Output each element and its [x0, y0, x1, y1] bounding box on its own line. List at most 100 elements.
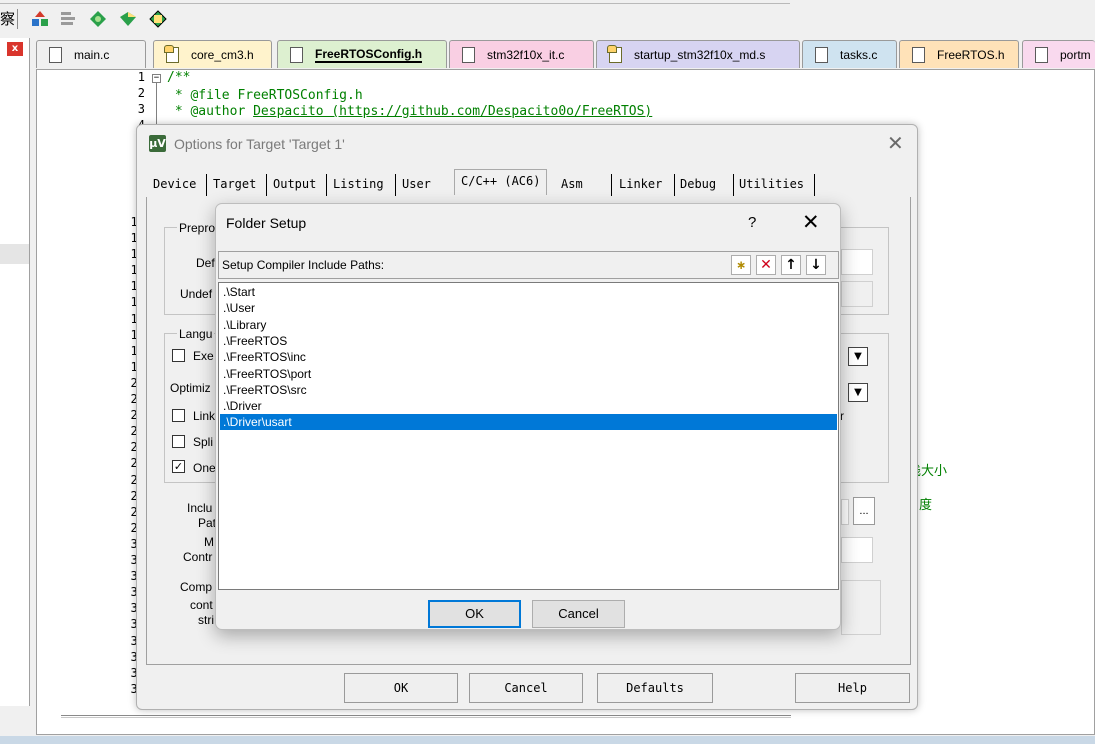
tab-linker[interactable]: Linker [619, 175, 662, 193]
code-author-link[interactable]: Despacito (https://github.com/Despacito0… [253, 104, 652, 119]
code-author-prefix: * @author [167, 104, 254, 119]
new-folder-icon[interactable]: ∗ [731, 255, 751, 275]
tab-listing[interactable]: Listing [333, 175, 384, 193]
line-number: 23 [77, 425, 145, 437]
misc-controls-input[interactable] [841, 537, 873, 563]
editor-tabs: main.c core_cm3.h FreeRTOSConfig.h stm32… [36, 40, 1095, 69]
tab-user[interactable]: User [402, 175, 431, 193]
defaults-button[interactable]: Defaults [597, 673, 713, 703]
ok-button[interactable]: OK [344, 673, 458, 703]
language-dropdown-chevron-icon[interactable]: ▼ [848, 347, 868, 366]
label-preprocessor: Prepro [177, 221, 218, 235]
tab-core-cm3-h[interactable]: core_cm3.h [153, 40, 272, 68]
include-path-item[interactable]: .\FreeRTOS [220, 333, 837, 349]
optimization-dropdown-chevron-icon[interactable]: ▼ [848, 383, 868, 402]
tab-main-c[interactable]: main.c [36, 40, 146, 68]
batch-build-icon[interactable] [58, 9, 78, 29]
include-paths-list[interactable]: .\Start .\User .\Library .\FreeRTOS .\FreeRT… [218, 282, 839, 590]
tab-debug[interactable]: Debug [680, 175, 716, 193]
line-number: 20 [77, 377, 145, 389]
tab-portm[interactable]: portm [1022, 40, 1095, 68]
line-number: 14 [77, 280, 145, 292]
tab-output[interactable]: Output [273, 175, 316, 193]
include-path-item[interactable]: .\User [220, 300, 837, 316]
include-paths-browse-button[interactable]: ... [853, 497, 875, 525]
tab-separator [206, 174, 207, 196]
label-execute-only: Exe [193, 349, 214, 363]
tab-label: startup_stm32f10x_md.s [634, 47, 766, 62]
tab-asm[interactable]: Asm [561, 175, 583, 193]
label-compiler: Comp [180, 580, 213, 594]
tab-freertos-h[interactable]: FreeRTOS.h [899, 40, 1019, 68]
options-target-icon[interactable] [118, 9, 138, 29]
fold-toggle-icon[interactable]: − [152, 74, 161, 83]
include-path-item[interactable]: .\Start [220, 284, 837, 300]
label-undefine: Undef [180, 287, 213, 301]
tab-target[interactable]: Target [213, 175, 256, 193]
help-button[interactable]: Help [795, 673, 910, 703]
define-input[interactable] [841, 249, 873, 275]
include-path-item[interactable]: .\FreeRTOS\port [220, 366, 837, 382]
label-controls: Contr [183, 550, 213, 564]
tab-label: FreeRTOS.h [937, 47, 1005, 62]
file-icon [290, 46, 303, 63]
checkbox-split-sections[interactable] [172, 435, 185, 448]
label-string: stri [198, 613, 214, 627]
line-number: 32 [77, 570, 145, 582]
help-icon[interactable]: ? [748, 214, 756, 231]
line-number: 22 [77, 409, 145, 421]
line-number: 3 [137, 102, 145, 117]
close-pane-icon[interactable]: x [7, 42, 23, 56]
line-number: 18 [77, 345, 145, 357]
translate-icon[interactable] [88, 9, 108, 29]
checkbox-link-time-opt[interactable] [172, 409, 185, 422]
tab-cpp-ac6[interactable]: C/C++ (AC6) [454, 169, 548, 195]
ide-window: 察 x main.c core_cm3.h FreeRTOSConfig.h s… [0, 0, 1095, 744]
tab-separator [266, 174, 267, 196]
label-control: cont [190, 598, 213, 612]
include-path-item[interactable]: .\Driver [220, 398, 837, 414]
include-path-item[interactable]: .\Driver\usart [220, 414, 837, 431]
build-target-icon[interactable] [30, 9, 50, 29]
toolbar-separator [17, 9, 18, 29]
close-icon[interactable]: ✕ [887, 131, 904, 155]
code-line-2: * @file FreeRTOSConfig.h [167, 88, 363, 103]
tab-device[interactable]: Device [153, 175, 196, 193]
move-up-icon[interactable]: ↑ [781, 255, 801, 275]
undefine-input[interactable] [841, 281, 873, 307]
tab-freertosconfig-h[interactable]: FreeRTOSConfig.h [277, 40, 447, 68]
line-number: 13 [77, 264, 145, 276]
tab-label: tasks.c [840, 47, 878, 62]
ok-button[interactable]: OK [428, 600, 521, 628]
tab-stm32f10x-it-c[interactable]: stm32f10x_it.c [449, 40, 594, 68]
cancel-button[interactable]: Cancel [469, 673, 583, 703]
tab-label: core_cm3.h [191, 47, 254, 62]
line-number: 26 [77, 474, 145, 486]
label-define: Def [196, 256, 215, 270]
move-down-icon[interactable]: ↓ [806, 255, 826, 275]
file-icon [49, 46, 62, 63]
include-path-item[interactable]: .\FreeRTOS\src [220, 382, 837, 398]
checkbox-execute-only[interactable] [172, 349, 185, 362]
horizontal-scrollbar[interactable] [61, 715, 791, 718]
delete-icon[interactable]: ✕ [756, 255, 776, 275]
manage-components-icon[interactable] [148, 9, 168, 29]
tab-startup-s[interactable]: startup_stm32f10x_md.s [596, 40, 800, 68]
cancel-button[interactable]: Cancel [532, 600, 625, 628]
tab-separator [326, 174, 327, 196]
checkbox-one-elf-section[interactable]: ✓ [172, 460, 185, 473]
tab-separator [674, 174, 675, 196]
line-number: 38 [77, 667, 145, 679]
close-icon[interactable]: ✕ [802, 210, 820, 234]
include-path-item[interactable]: .\Library [220, 317, 837, 333]
tab-separator [814, 174, 815, 196]
label-one-elf-section: One [193, 461, 216, 475]
line-number: 28 [77, 506, 145, 518]
include-paths-input[interactable] [841, 499, 849, 525]
tab-utilities[interactable]: Utilities [739, 175, 804, 193]
tab-tasks-c[interactable]: tasks.c [802, 40, 897, 68]
project-pane-selected-row[interactable] [0, 244, 29, 264]
label-optimization: Optimiz [170, 381, 211, 395]
include-path-item[interactable]: .\FreeRTOS\inc [220, 349, 837, 365]
folder-setup-dialog: Folder Setup ? ✕ Setup Compiler Include … [215, 203, 841, 630]
